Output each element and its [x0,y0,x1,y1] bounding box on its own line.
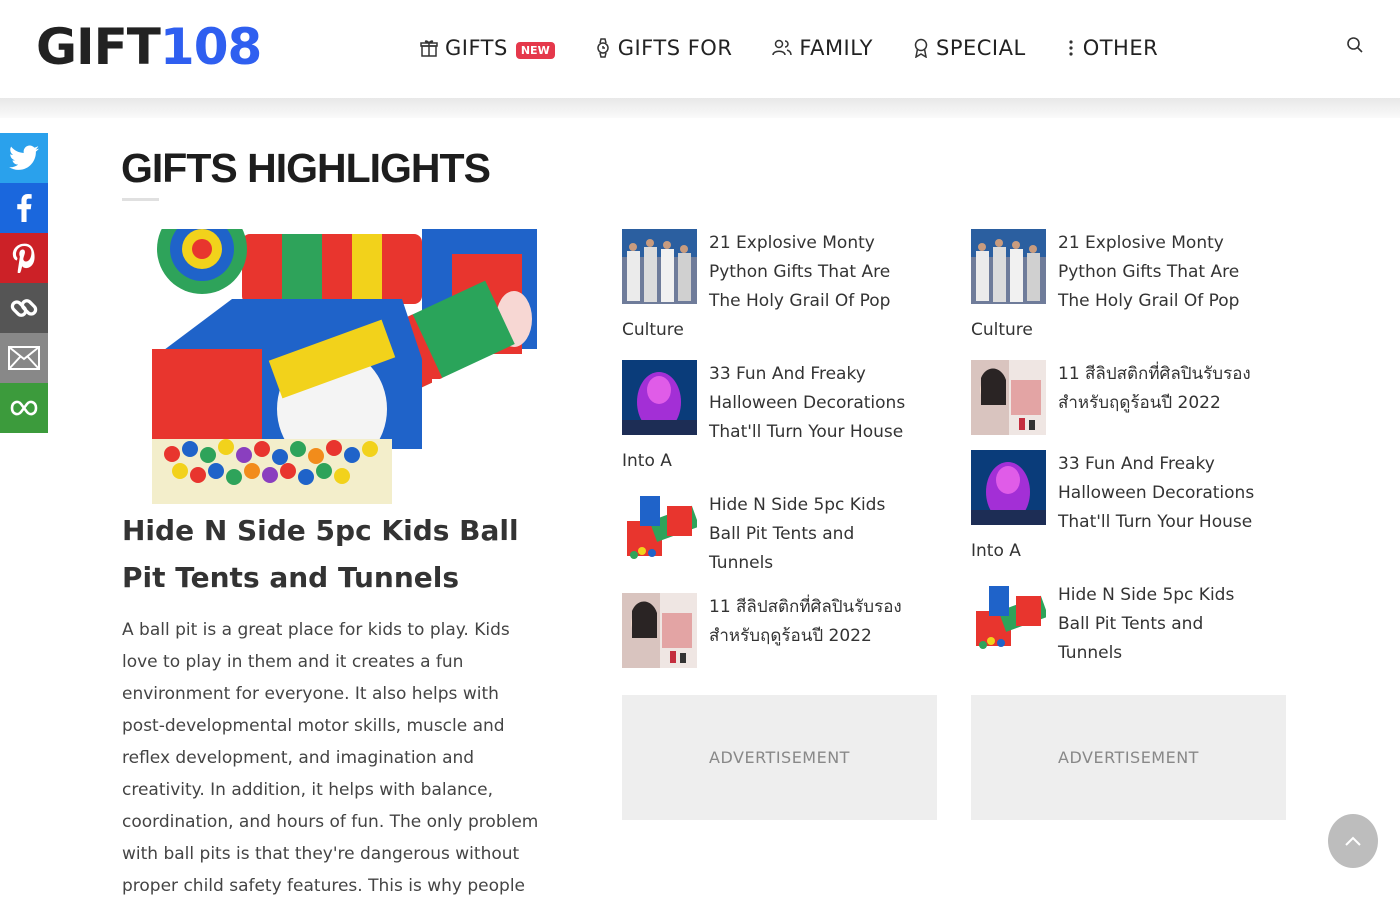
nav-item-other[interactable]: OTHER [1066,36,1159,60]
more-vertical-icon [1069,40,1073,56]
advertisement-label: ADVERTISEMENT [1058,748,1199,767]
site-header: GIFT108 GIFTS NEW GIFTS FOR FAMILY SPECI… [0,0,1400,98]
list-item[interactable]: Hide N Side 5pc Kids Ball Pit Tents and … [622,491,912,578]
social-share-bar [0,133,48,433]
search-icon[interactable] [1346,36,1364,58]
list-item-title: 11 สีลิปสติกที่ศิลปินรับรองสำหรับฤดูร้อน… [709,597,902,646]
nav-item-special[interactable]: SPECIAL [913,36,1026,60]
list-item[interactable]: 11 สีลิปสติกที่ศิลปินรับรองสำหรับฤดูร้อน… [971,360,1261,435]
nav-label-gifts-for: GIFTS FOR [617,36,733,60]
logo-text-gift: GIFT [36,18,161,76]
nav-label-family: FAMILY [799,36,873,60]
advertisement-slot-left[interactable]: ADVERTISEMENT [622,695,937,820]
pinterest-icon [12,243,35,273]
facebook-icon [17,194,32,222]
logo-text-number: 108 [159,18,262,76]
section-title: GIFTS HIGHLIGHTS [121,145,491,191]
pinterest-share-button[interactable] [0,233,48,283]
copy-link-button[interactable] [0,283,48,333]
featured-image[interactable] [122,229,537,504]
advertisement-slot-right[interactable]: ADVERTISEMENT [971,695,1286,820]
article-list-left: 21 Explosive Monty Python Gifts That Are… [622,229,912,683]
list-item-title: Hide N Side 5pc Kids Ball Pit Tents and … [709,495,886,573]
site-logo[interactable]: GIFT108 [36,18,262,76]
thumbnail-ball-pit [622,491,697,566]
more-share-button[interactable] [0,383,48,433]
list-item-title: 11 สีลิปสติกที่ศิลปินรับรองสำหรับฤดูร้อน… [1058,364,1251,413]
nav-label-special: SPECIAL [936,36,1026,60]
list-item[interactable]: 21 Explosive Monty Python Gifts That Are… [971,229,1261,345]
twitter-share-button[interactable] [0,133,48,183]
thumbnail-lipstick [622,593,697,668]
thumbnail-halloween [622,360,697,435]
facebook-share-button[interactable] [0,183,48,233]
watch-icon [596,38,609,58]
thumbnail-halloween [971,450,1046,525]
chevron-up-icon [1345,836,1361,846]
article-list-right: 21 Explosive Monty Python Gifts That Are… [971,229,1261,683]
back-to-top-button[interactable] [1328,814,1378,868]
ball-pit-tent-image [122,229,537,504]
mail-icon [8,346,40,370]
thumbnail-monty-python [622,229,697,304]
list-item[interactable]: 33 Fun And Freaky Halloween Decorations … [622,360,912,476]
header-divider [0,98,1400,118]
list-item-title: Hide N Side 5pc Kids Ball Pit Tents and … [1058,585,1235,663]
nav-label-gifts: GIFTS [445,36,508,60]
new-badge: NEW [515,41,555,59]
nav-label-other: OTHER [1082,36,1159,60]
list-item[interactable]: 33 Fun And Freaky Halloween Decorations … [971,450,1261,566]
list-item[interactable]: 21 Explosive Monty Python Gifts That Are… [622,229,912,345]
featured-title[interactable]: Hide N Side 5pc Kids Ball Pit Tents and … [122,507,547,601]
email-share-button[interactable] [0,333,48,383]
nav-item-family[interactable]: FAMILY [772,36,873,60]
nav-item-gifts[interactable]: GIFTS NEW [420,36,555,60]
thumbnail-monty-python [971,229,1046,304]
title-underline [122,198,159,201]
thumbnail-ball-pit [971,581,1046,656]
main-nav: GIFTS NEW GIFTS FOR FAMILY SPECIAL OTHER [420,30,1198,66]
advertisement-label: ADVERTISEMENT [709,748,850,767]
link-icon [10,299,38,317]
nav-item-gifts-for[interactable]: GIFTS FOR [595,36,733,60]
list-item[interactable]: Hide N Side 5pc Kids Ball Pit Tents and … [971,581,1261,668]
gift-icon [420,40,438,57]
share-more-icon [10,400,38,416]
thumbnail-lipstick [971,360,1046,435]
featured-body: A ball pit is a great place for kids to … [122,620,539,896]
list-item[interactable]: 11 สีลิปสติกที่ศิลปินรับรองสำหรับฤดูร้อน… [622,593,912,668]
award-icon [914,38,928,58]
twitter-icon [9,145,39,170]
users-icon [772,39,793,56]
